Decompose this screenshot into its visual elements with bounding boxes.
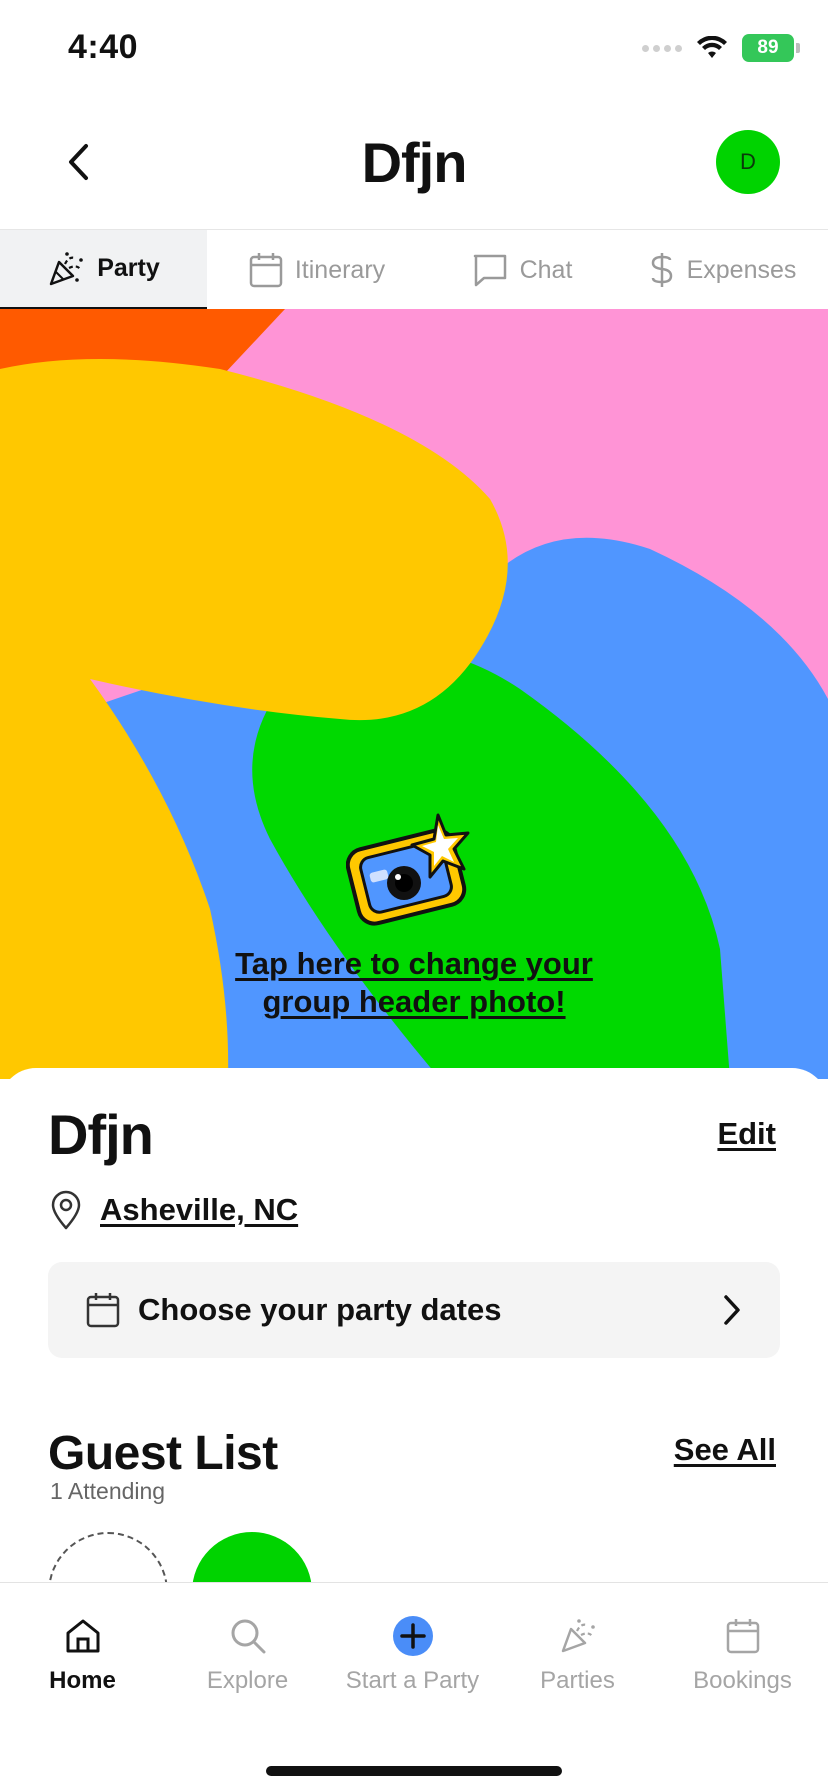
change-photo-line-2: group header photo! (262, 984, 566, 1019)
party-popper-icon (49, 251, 84, 285)
bottom-nav: Home Explore Start a Party Parties Booki… (0, 1582, 828, 1792)
party-name: Dfjn (48, 1103, 154, 1166)
guest-list-title: Guest List (48, 1427, 278, 1480)
page-title: Dfjn (361, 131, 468, 194)
nav-label: Parties (540, 1667, 615, 1694)
change-photo-line-1: Tap here to change your (235, 946, 593, 981)
avatar-initial: D (740, 149, 756, 174)
battery-level: 89 (757, 37, 779, 58)
nav-label: Explore (206, 1667, 289, 1694)
attending-count: 1 Attending (50, 1478, 166, 1504)
nav-home[interactable]: Home (0, 1613, 165, 1695)
tab-label: Chat (519, 255, 573, 284)
nav-label: Start a Party (345, 1667, 480, 1694)
choose-dates-button[interactable]: Choose your party dates (48, 1262, 780, 1358)
plus-circle-icon (392, 1616, 433, 1656)
tab-chat[interactable]: Chat (427, 230, 617, 310)
avatar[interactable]: D (716, 130, 780, 194)
chat-bubble-icon (473, 254, 506, 287)
party-details-card: Dfjn Edit Asheville, NC Choose your part… (0, 1068, 828, 1652)
location-pin-icon (51, 1190, 81, 1230)
home-indicator (266, 1766, 562, 1776)
group-header-photo[interactable]: Tap here to change your group header pho… (0, 309, 828, 1079)
nav-label: Bookings (693, 1667, 792, 1694)
camera-icon[interactable] (346, 809, 482, 929)
header: Dfjn D (0, 110, 828, 228)
location-row[interactable]: Asheville, NC (50, 1190, 298, 1230)
calendar-icon (86, 1293, 120, 1328)
wifi-icon (697, 36, 727, 58)
home-icon (66, 1619, 99, 1653)
tab-label: Itinerary (294, 255, 386, 284)
edit-button[interactable]: Edit (717, 1116, 776, 1152)
party-popper-icon (561, 1619, 595, 1653)
status-icons: 89 (642, 34, 800, 62)
search-icon (231, 1619, 265, 1654)
choose-dates-label: Choose your party dates (138, 1292, 502, 1327)
chevron-right-icon (724, 1295, 740, 1325)
calendar-icon (726, 1619, 759, 1654)
calendar-icon (249, 253, 283, 288)
battery-icon: 89 (742, 34, 800, 62)
status-bar: 4:40 89 (0, 0, 828, 100)
tab-label: Expenses (686, 255, 797, 284)
tab-label: Party (97, 254, 160, 282)
nav-explore[interactable]: Explore (165, 1613, 330, 1695)
nav-start-party[interactable]: Start a Party (330, 1613, 495, 1695)
dollar-icon (651, 253, 672, 287)
status-time: 4:40 (68, 28, 139, 66)
tab-expenses[interactable]: Expenses (617, 230, 828, 310)
tab-itinerary[interactable]: Itinerary (207, 230, 427, 310)
change-header-photo-link[interactable]: Tap here to change your group header pho… (0, 945, 828, 1021)
nav-bookings[interactable]: Bookings (660, 1613, 825, 1695)
nav-label: Home (49, 1667, 116, 1694)
signal-icon (642, 44, 682, 52)
tab-party[interactable]: Party (0, 230, 207, 310)
location-link[interactable]: Asheville, NC (100, 1192, 298, 1228)
see-all-button[interactable]: See All (674, 1432, 776, 1468)
tab-bar: Party Itinerary Chat Expenses (0, 229, 828, 310)
nav-parties[interactable]: Parties (495, 1613, 660, 1695)
